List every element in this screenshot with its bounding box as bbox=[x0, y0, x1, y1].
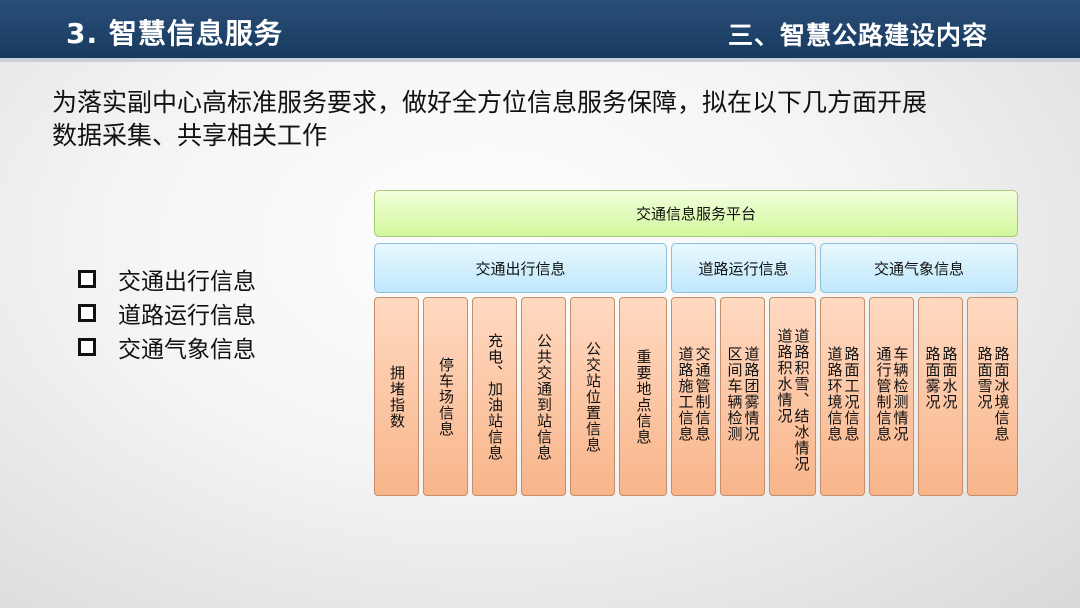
item-label: 道路施工信息 bbox=[676, 346, 695, 442]
category-weather: 交通气象信息 bbox=[820, 243, 1018, 293]
item-label: 路面雾况 bbox=[923, 346, 942, 410]
travel-item: 重要地点信息 bbox=[619, 297, 667, 496]
item-label: 道路积雪、结冰情况 bbox=[792, 328, 811, 472]
item-label: 车辆检测情况 bbox=[891, 346, 910, 442]
travel-item: 停车场信息 bbox=[423, 297, 468, 496]
category-label: 道路运行信息 bbox=[698, 259, 789, 278]
category-label: 交通气象信息 bbox=[873, 259, 964, 278]
item-label: 重要地点信息 bbox=[634, 348, 653, 445]
item-label: 路面工况信息 bbox=[842, 346, 861, 442]
item-label: 道路环境信息 bbox=[825, 346, 844, 442]
road-item-group: 道路施工信息 交通管制信息 bbox=[671, 297, 716, 496]
weather-item-group: 通行管制信息 车辆检测情况 bbox=[869, 297, 914, 496]
item-label: 停车场信息 bbox=[437, 356, 455, 437]
travel-item: 公共交通到站信息 bbox=[521, 297, 566, 496]
category-road: 道路运行信息 bbox=[671, 243, 816, 293]
platform-label: 交通信息服务平台 bbox=[635, 205, 756, 223]
weather-item-group: 道路环境信息 路面工况信息 bbox=[820, 297, 865, 496]
category-travel: 交通出行信息 bbox=[374, 243, 667, 293]
info-service-diagram: 交通信息服务平台 交通出行信息 道路运行信息 交通气象信息 拥堵指数 停车场信息… bbox=[0, 0, 1080, 608]
item-label: 路面水况 bbox=[940, 346, 959, 410]
weather-item-group: 路面雪况 路面冰境信息 bbox=[967, 297, 1018, 496]
travel-item: 公交站位置信息 bbox=[570, 297, 615, 496]
item-label: 区间车辆检测 bbox=[725, 346, 744, 442]
item-label: 拥堵指数 bbox=[388, 364, 406, 429]
weather-item-group: 路面雾况 路面水况 bbox=[918, 297, 963, 496]
travel-item: 充电、加油站信息 bbox=[472, 297, 517, 496]
item-label: 交通管制信息 bbox=[693, 346, 712, 442]
road-item-group: 道路积水情况 道路积雪、结冰情况 bbox=[769, 297, 816, 496]
item-label: 充电、加油站信息 bbox=[486, 332, 504, 461]
item-label: 公交站位置信息 bbox=[584, 340, 602, 453]
road-item-group: 区间车辆检测 道路团雾情况 bbox=[720, 297, 765, 496]
item-label: 路面冰境信息 bbox=[992, 346, 1011, 442]
item-label: 道路团雾情况 bbox=[742, 346, 761, 442]
item-label: 公共交通到站信息 bbox=[535, 332, 553, 461]
item-label: 道路积水情况 bbox=[775, 328, 794, 424]
travel-item: 拥堵指数 bbox=[374, 297, 419, 496]
category-label: 交通出行信息 bbox=[475, 259, 566, 278]
platform-box: 交通信息服务平台 bbox=[374, 190, 1018, 237]
item-label: 通行管制信息 bbox=[874, 346, 893, 442]
item-label: 路面雪况 bbox=[975, 346, 994, 410]
